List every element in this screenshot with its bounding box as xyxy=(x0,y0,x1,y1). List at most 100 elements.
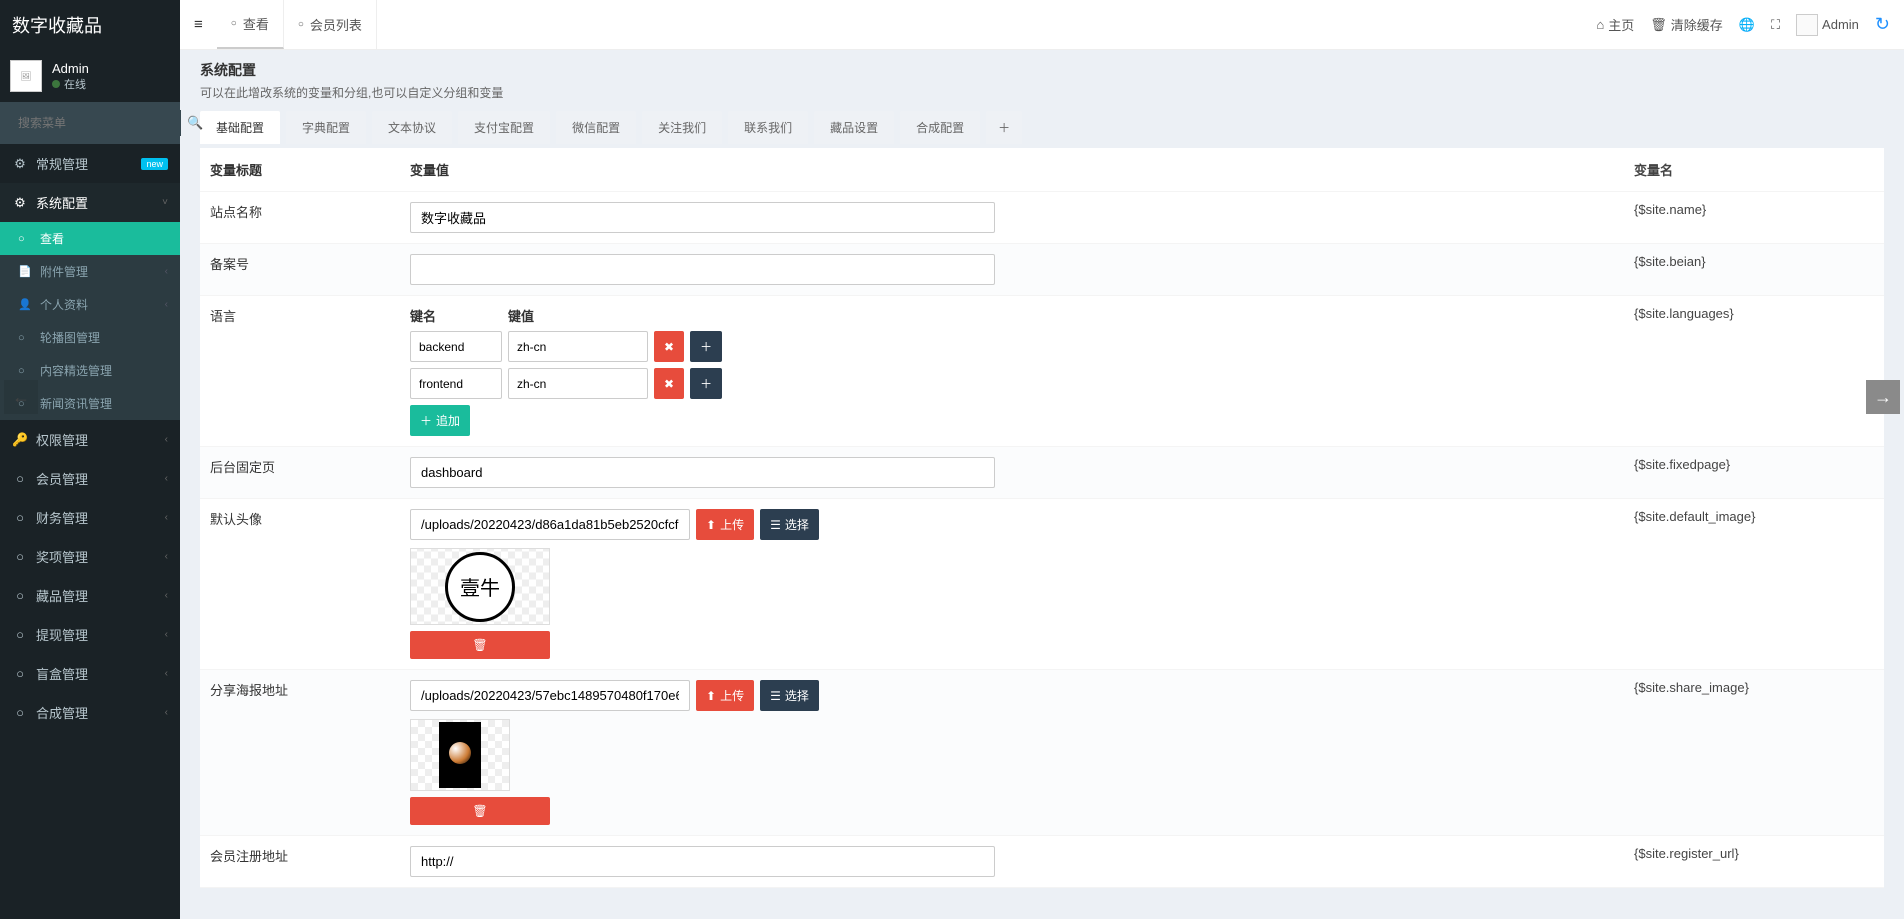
kv-key-input[interactable] xyxy=(410,331,502,362)
top-tab-0[interactable]: ○查看 xyxy=(217,0,284,49)
var-default-image: {$site.default_image} xyxy=(1624,499,1884,670)
upload-share-image-button[interactable]: ⬆上传 xyxy=(696,680,754,711)
input-beian[interactable] xyxy=(410,254,995,285)
config-tab-4[interactable]: 微信配置 xyxy=(556,111,636,144)
lang-switch[interactable]: 🌐 xyxy=(1739,17,1755,33)
choose-share-image-button[interactable]: ☰选择 xyxy=(760,680,819,711)
hamburger-icon[interactable]: ≡ xyxy=(180,16,217,33)
row-register-url: 会员注册地址 {$site.register_url} xyxy=(200,836,1884,888)
kv-remove-button[interactable]: ✖ xyxy=(654,331,684,362)
sidebar-item-label: 盲盒管理 xyxy=(36,664,88,683)
upload-default-image-button[interactable]: ⬆上传 xyxy=(696,509,754,540)
list-icon: ☰ xyxy=(770,689,781,703)
sidebar-search-input[interactable] xyxy=(10,110,181,136)
sidebar-item-7[interactable]: 🔑权限管理‹ xyxy=(0,420,180,459)
sidebar-icon: 🔑 xyxy=(12,432,28,448)
var-site-name: {$site.name} xyxy=(1624,192,1884,244)
kv-val-input[interactable] xyxy=(508,331,648,362)
input-share-image[interactable] xyxy=(410,680,690,711)
label-fixedpage: 后台固定页 xyxy=(200,447,400,499)
refresh-icon[interactable]: ↻ xyxy=(1875,14,1890,35)
label-share-image: 分享海报地址 xyxy=(200,670,400,836)
kv-val-input[interactable] xyxy=(508,368,648,399)
sidebar-subitem-label: 新闻资讯管理 xyxy=(40,395,112,412)
kv-row: ✖＋ xyxy=(410,368,1614,399)
th-title: 变量标题 xyxy=(200,148,400,192)
config-tab-8[interactable]: 合成配置 xyxy=(900,111,980,144)
sidebar-item-label: 系统配置 xyxy=(36,193,88,212)
chevron-icon: ˅ xyxy=(162,197,168,208)
search-icon[interactable]: 🔍 xyxy=(181,115,209,131)
delete-default-image-button[interactable]: 🗑 xyxy=(410,631,550,659)
chevron-icon: ‹ xyxy=(165,551,168,562)
user-menu[interactable]: Admin xyxy=(1796,14,1859,36)
sidebar-icon: ○ xyxy=(12,627,28,642)
kv-add-button[interactable]: ＋ xyxy=(690,331,722,362)
input-site-name[interactable] xyxy=(410,202,995,233)
sidebar-icon: ○ xyxy=(12,705,28,720)
sidebar-item-label: 会员管理 xyxy=(36,469,88,488)
top-tab-label: 会员列表 xyxy=(310,15,362,34)
sidebar-search: 🔍 xyxy=(0,102,180,144)
config-tab-6[interactable]: 联系我们 xyxy=(728,111,808,144)
input-fixedpage[interactable] xyxy=(410,457,995,488)
trash-icon: 🗑 xyxy=(472,804,487,818)
config-tab-5[interactable]: 关注我们 xyxy=(642,111,722,144)
config-tab-7[interactable]: 藏品设置 xyxy=(814,111,894,144)
sidebar-subitem[interactable]: 👤个人资料‹ xyxy=(0,288,180,321)
default-image-preview: 壹牛 xyxy=(410,548,550,625)
clear-cache-link[interactable]: 🗑清除缓存 xyxy=(1650,15,1723,34)
choose-default-image-button[interactable]: ☰选择 xyxy=(760,509,819,540)
sidebar-item-1[interactable]: ⚙系统配置˅ xyxy=(0,183,180,222)
plus-icon: ＋ xyxy=(420,412,432,429)
sidebar-item-12[interactable]: ○提现管理‹ xyxy=(0,615,180,654)
sidebar-subitem-label: 个人资料 xyxy=(40,296,88,313)
sidebar-subitem[interactable]: ○ 轮播图管理 xyxy=(0,321,180,354)
config-tab-3[interactable]: 支付宝配置 xyxy=(458,111,550,144)
home-icon: ⌂ xyxy=(1596,17,1604,32)
sidebar-item-11[interactable]: ○藏品管理‹ xyxy=(0,576,180,615)
sidebar-icon: ⚙ xyxy=(12,156,28,172)
user-avatar[interactable]: 🖼 xyxy=(10,60,42,92)
sidebar-subitem-label: 内容精选管理 xyxy=(40,362,112,379)
sidebar-subitem-0[interactable]: ○查看 xyxy=(0,222,180,255)
sidebar-subitem-label: 轮播图管理 xyxy=(40,329,100,346)
sidebar-subitem[interactable]: 📄附件管理‹ xyxy=(0,255,180,288)
sidebar-item-13[interactable]: ○盲盒管理‹ xyxy=(0,654,180,693)
sidebar-item-0[interactable]: ⚙常规管理new xyxy=(0,144,180,183)
input-default-image[interactable] xyxy=(410,509,690,540)
circle-icon: 👤 xyxy=(18,298,32,311)
circle-icon: ○ xyxy=(18,332,32,344)
sidebar-item-8[interactable]: ○会员管理‹ xyxy=(0,459,180,498)
label-languages: 语言 xyxy=(200,296,400,447)
add-tab-button[interactable]: ＋ xyxy=(986,111,1022,144)
sidebar-item-14[interactable]: ○合成管理‹ xyxy=(0,693,180,732)
fullscreen-toggle[interactable]: ⛶ xyxy=(1771,17,1780,33)
scroll-left-button[interactable]: ← xyxy=(4,380,38,414)
sidebar-subitem-label: 附件管理 xyxy=(40,263,88,280)
config-tab-2[interactable]: 文本协议 xyxy=(372,111,452,144)
row-site-name: 站点名称 {$site.name} xyxy=(200,192,1884,244)
config-tab-0[interactable]: 基础配置 xyxy=(200,111,280,144)
kv-add-button[interactable]: ＋ xyxy=(690,368,722,399)
config-tab-1[interactable]: 字典配置 xyxy=(286,111,366,144)
kv-key-input[interactable] xyxy=(410,368,502,399)
add-kv-button[interactable]: ＋追加 xyxy=(410,405,470,436)
scroll-right-button[interactable]: → xyxy=(1866,380,1900,414)
status-dot-icon xyxy=(52,80,60,88)
sidebar-item-9[interactable]: ○财务管理‹ xyxy=(0,498,180,537)
var-share-image: {$site.share_image} xyxy=(1624,670,1884,836)
share-image-preview xyxy=(410,719,510,791)
label-site-name: 站点名称 xyxy=(200,192,400,244)
sidebar-item-10[interactable]: ○奖项管理‹ xyxy=(0,537,180,576)
home-link[interactable]: ⌂主页 xyxy=(1596,15,1634,34)
kv-row: ✖＋ xyxy=(410,331,1614,362)
kv-remove-button[interactable]: ✖ xyxy=(654,368,684,399)
chevron-icon: ‹ xyxy=(165,629,168,640)
input-register-url[interactable] xyxy=(410,846,995,877)
circle-icon: ○ xyxy=(298,19,304,30)
poster-thumb xyxy=(439,722,481,788)
top-tab-1[interactable]: ○ 会员列表 xyxy=(284,0,377,49)
delete-share-image-button[interactable]: 🗑 xyxy=(410,797,550,825)
sidebar-item-label: 奖项管理 xyxy=(36,547,88,566)
